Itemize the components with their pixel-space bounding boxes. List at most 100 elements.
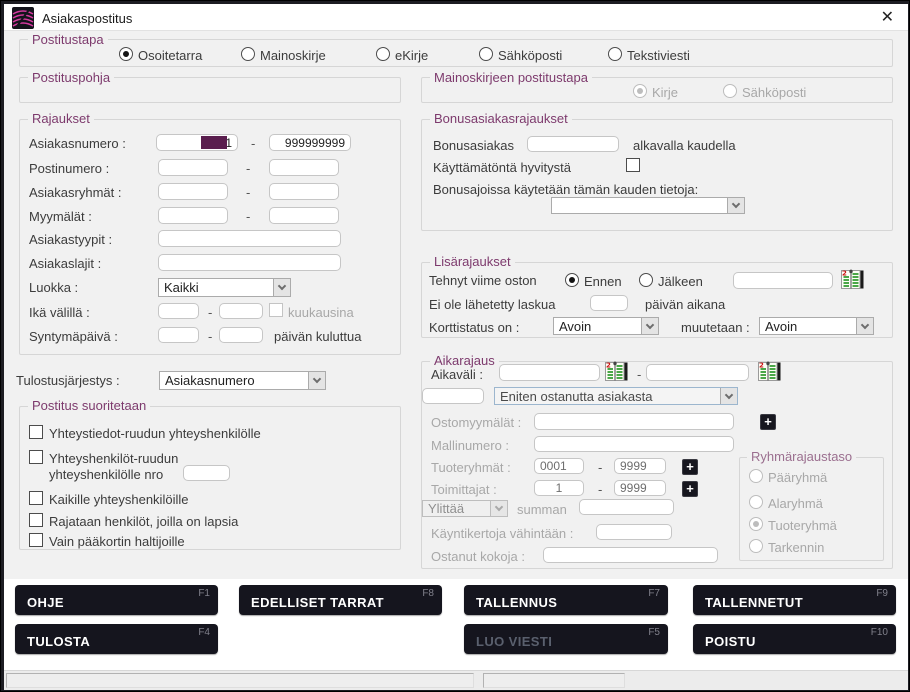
kaikille-checkbox[interactable] xyxy=(29,491,43,505)
radio-jalkeen[interactable] xyxy=(639,273,653,287)
laskua-paivat-field[interactable] xyxy=(590,295,628,311)
radio-kirje-label[interactable]: Kirje xyxy=(652,85,678,100)
mallinumero-field[interactable] xyxy=(534,436,734,452)
kaikille-label[interactable]: Kaikille yhteyshenkilöille xyxy=(49,492,188,507)
korttistatus-select[interactable]: Avoin xyxy=(553,317,659,335)
postinumero-to-field[interactable] xyxy=(269,159,339,176)
kuukausina-label[interactable]: kuukausina xyxy=(288,305,354,320)
tulosta-button[interactable]: F4 TULOSTA xyxy=(15,624,218,654)
luo-viesti-button[interactable]: F5 LUO VIESTI xyxy=(464,624,668,654)
myymalat-from-field[interactable] xyxy=(158,207,228,224)
radio-tuoteryhma-label[interactable]: Tuoteryhmä xyxy=(768,518,837,533)
edelliset-tarrat-button[interactable]: F8 EDELLISET TARRAT xyxy=(239,585,442,615)
calendar-icon[interactable]: 2 xyxy=(841,269,864,295)
radio-tarkennin-label[interactable]: Tarkennin xyxy=(768,540,824,555)
kayttamatonta-label[interactable]: Käyttämätöntä hyvitystä xyxy=(433,160,571,175)
paakortti-label[interactable]: Vain pääkortin haltijoille xyxy=(49,534,185,549)
asiakasmaara-field[interactable] xyxy=(422,388,484,404)
syntymapaiva-to-field[interactable] xyxy=(219,327,263,343)
radio-kirje[interactable] xyxy=(633,84,647,98)
paivan-kuluttua-label: päivän kuluttua xyxy=(274,329,361,344)
yhteystiedot-checkbox[interactable] xyxy=(29,425,43,439)
radio-paaryhma[interactable] xyxy=(749,469,763,483)
add-toimittajat-button[interactable]: + xyxy=(682,481,698,497)
chevron-down-icon[interactable] xyxy=(727,198,744,213)
syntymapaiva-from-field[interactable] xyxy=(158,327,199,343)
ostomyymalat-field[interactable] xyxy=(534,413,734,430)
tallennus-button[interactable]: F7 TALLENNUS xyxy=(464,585,668,615)
paakortti-checkbox[interactable] xyxy=(29,533,43,547)
add-ostomyymalat-button[interactable]: + xyxy=(760,414,776,430)
rajataan-label[interactable]: Rajataan henkilöt, joilla on lapsia xyxy=(49,514,238,529)
toimittajat-to-field[interactable]: 9999 xyxy=(614,480,666,496)
asiakasryhmat-to-field[interactable] xyxy=(269,183,339,200)
radio-tuoteryhma[interactable] xyxy=(749,517,763,531)
close-icon[interactable]: ✕ xyxy=(881,8,894,28)
yhteyshenkilolle-nro-field[interactable] xyxy=(183,465,230,481)
chevron-down-icon[interactable] xyxy=(856,318,873,334)
aikarajaus-mode-select[interactable]: Eniten ostanutta asiakasta xyxy=(494,387,738,405)
kausi-select[interactable] xyxy=(551,197,745,214)
radio-mainoskirje[interactable] xyxy=(241,47,255,61)
radio-osoitetarra[interactable] xyxy=(119,47,133,61)
summan-field[interactable] xyxy=(579,499,674,515)
tuoteryhmat-from-field[interactable]: 0001 xyxy=(534,458,584,474)
yhteyshenkilot-label[interactable]: Yhteyshenkilöt-ruudun xyxy=(49,451,178,466)
tuoteryhmat-to-field[interactable]: 9999 xyxy=(614,458,666,474)
chevron-down-icon[interactable] xyxy=(308,372,325,389)
bonusasiakas-field[interactable] xyxy=(527,136,619,152)
muutetaan-select[interactable]: Avoin xyxy=(759,317,874,335)
tallennetut-button[interactable]: F9 TALLENNETUT xyxy=(693,585,896,615)
rajataan-checkbox[interactable] xyxy=(29,513,43,527)
radio-tarkennin[interactable] xyxy=(749,539,763,553)
yhteystiedot-label[interactable]: Yhteystiedot-ruudun yhteyshenkilölle xyxy=(49,426,261,441)
viime-osto-pvm-field[interactable] xyxy=(733,272,833,289)
poistu-button[interactable]: F10 POISTU xyxy=(693,624,896,654)
chevron-down-icon[interactable] xyxy=(490,501,507,516)
asiakasryhmat-from-field[interactable] xyxy=(158,183,228,200)
ylittaa-select[interactable]: Ylittää xyxy=(422,500,508,517)
radio-tekstiviesti[interactable] xyxy=(608,47,622,61)
asiakasnumero-from-field[interactable]: 1 xyxy=(156,134,238,151)
asiakastyypit-field[interactable] xyxy=(158,230,341,247)
radio-sahkoposti[interactable] xyxy=(479,47,493,61)
radio-tekstiviesti-label[interactable]: Tekstiviesti xyxy=(627,48,690,63)
aikavali-to-field[interactable] xyxy=(646,364,749,381)
kayntikertoja-field[interactable] xyxy=(596,524,672,540)
radio-ekirje[interactable] xyxy=(376,47,390,61)
asiakaslajit-field[interactable] xyxy=(158,254,341,271)
calendar-icon[interactable]: 2 xyxy=(605,361,628,387)
chevron-down-icon[interactable] xyxy=(641,318,658,334)
chevron-down-icon[interactable] xyxy=(273,279,290,296)
aikavali-from-field[interactable] xyxy=(499,364,600,381)
kayttamatonta-checkbox[interactable] xyxy=(626,158,640,172)
calendar-icon[interactable]: 2 xyxy=(758,361,781,387)
radio-paaryhma-label[interactable]: Pääryhmä xyxy=(768,470,827,485)
luokka-select[interactable]: Kaikki xyxy=(158,278,291,297)
ohje-button[interactable]: F1 OHJE xyxy=(15,585,218,615)
myymalat-to-field[interactable] xyxy=(269,207,339,224)
ostanut-kokoja-field[interactable] xyxy=(543,547,718,563)
asiakasnumero-to-field[interactable]: 999999999 xyxy=(269,134,351,151)
chevron-down-icon[interactable] xyxy=(720,388,737,404)
kuukausina-checkbox[interactable] xyxy=(269,303,283,317)
svg-text:2: 2 xyxy=(759,362,764,370)
add-tuoteryhmat-button[interactable]: + xyxy=(682,459,698,475)
radio-ekirje-label[interactable]: eKirje xyxy=(395,48,428,63)
radio-mainos-sahkoposti-label[interactable]: Sähköposti xyxy=(742,85,806,100)
radio-ennen[interactable] xyxy=(565,273,579,287)
toimittajat-from-field[interactable]: 1 xyxy=(534,480,584,496)
ika-to-field[interactable] xyxy=(219,303,263,319)
tulostusjarjestys-select[interactable]: Asiakasnumero xyxy=(159,371,326,390)
ika-from-field[interactable] xyxy=(158,303,199,319)
radio-osoitetarra-label[interactable]: Osoitetarra xyxy=(138,48,202,63)
radio-ennen-label[interactable]: Ennen xyxy=(584,274,622,289)
radio-mainoskirje-label[interactable]: Mainoskirje xyxy=(260,48,326,63)
radio-jalkeen-label[interactable]: Jälkeen xyxy=(658,274,703,289)
radio-alaryhma-label[interactable]: Alaryhmä xyxy=(768,496,823,511)
radio-sahkoposti-label[interactable]: Sähköposti xyxy=(498,48,562,63)
postinumero-from-field[interactable] xyxy=(158,159,228,176)
yhteyshenkilot-checkbox[interactable] xyxy=(29,450,43,464)
radio-alaryhma[interactable] xyxy=(749,495,763,509)
radio-mainos-sahkoposti[interactable] xyxy=(723,84,737,98)
